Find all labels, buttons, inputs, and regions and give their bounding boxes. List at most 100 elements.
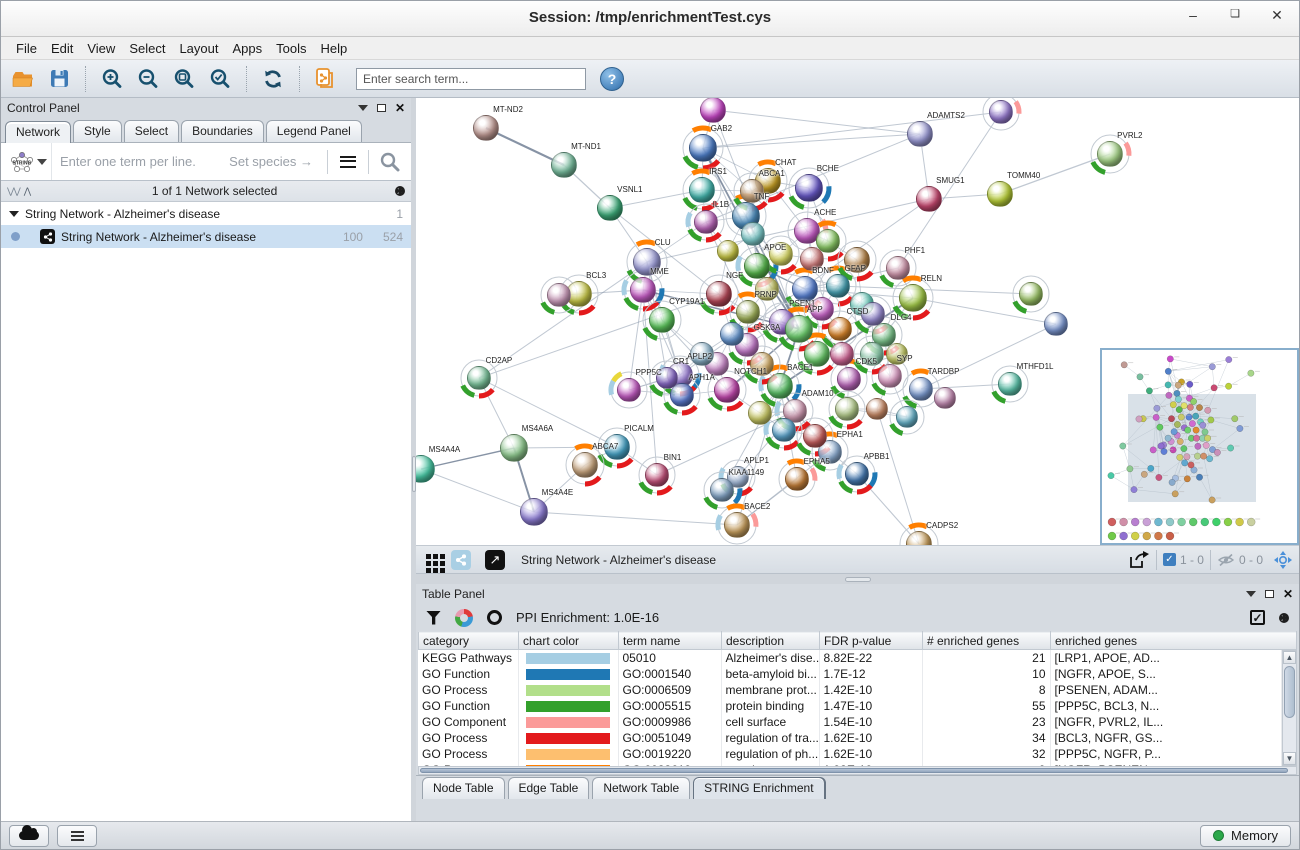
zoom-selected-button[interactable] (204, 64, 236, 94)
search-input[interactable] (356, 68, 586, 90)
menu-select[interactable]: Select (122, 39, 172, 58)
network-node[interactable] (720, 322, 744, 346)
network-node-vsnl1[interactable] (597, 195, 623, 221)
network-node-cyp19a1[interactable] (649, 307, 675, 333)
column-header[interactable]: term name (619, 632, 722, 650)
minimize-button[interactable]: – (1185, 7, 1201, 24)
network-node-syp[interactable] (878, 364, 902, 388)
menu-file[interactable]: File (9, 39, 44, 58)
column-header[interactable]: chart color (519, 632, 619, 650)
expand-all-icon[interactable]: ⋁⋁ (7, 186, 20, 197)
column-header[interactable]: description (722, 632, 820, 650)
splitter-grip[interactable] (845, 577, 871, 582)
table-row[interactable]: GO ProcessGO:0051049regulation of tra...… (418, 730, 1282, 746)
table-row[interactable]: GO ProcessGO:0006509membrane prot...1.42… (418, 682, 1282, 698)
network-node-gab2[interactable] (689, 134, 717, 162)
network-node-tomm40[interactable] (987, 181, 1013, 207)
float-panel-icon[interactable] (1265, 590, 1274, 598)
network-node-ctsd[interactable] (828, 317, 852, 341)
string-database-selector[interactable]: STRING (5, 143, 52, 180)
network-node-irs1[interactable] (689, 177, 715, 203)
splitter-grip[interactable] (412, 456, 416, 492)
clone-network-button[interactable] (310, 64, 342, 94)
network-node[interactable] (866, 398, 888, 420)
network-node[interactable] (934, 387, 956, 409)
tab-string-enrichment[interactable]: STRING Enrichment (693, 777, 824, 799)
network-node-mt-nd2[interactable] (473, 115, 499, 141)
network-node-bace1[interactable] (767, 373, 793, 399)
scroll-thumb[interactable] (420, 768, 1288, 773)
network-node[interactable] (816, 229, 840, 253)
scroll-thumb[interactable] (1284, 666, 1295, 718)
network-node[interactable] (803, 424, 827, 448)
network-node-gfap[interactable] (826, 274, 850, 298)
set-species-hint[interactable]: Set species → (229, 154, 323, 169)
string-term-input[interactable] (52, 154, 229, 169)
help-button[interactable]: ? (600, 67, 624, 91)
network-node-pvrl2[interactable] (1097, 141, 1123, 167)
network-node-tardbp[interactable] (909, 377, 933, 401)
network-node[interactable] (835, 397, 859, 421)
tab-legend-panel[interactable]: Legend Panel (266, 120, 362, 142)
float-panel-icon[interactable] (377, 104, 386, 112)
menu-view[interactable]: View (80, 39, 122, 58)
close-panel-icon[interactable]: ✕ (1283, 589, 1293, 599)
network-node-il1b[interactable] (694, 210, 718, 234)
close-panel-icon[interactable]: ✕ (395, 103, 405, 113)
network-node[interactable] (748, 401, 772, 425)
network-node-ngf[interactable] (706, 281, 732, 307)
navigate-compass-icon[interactable] (1273, 550, 1293, 570)
menu-edit[interactable]: Edit (44, 39, 80, 58)
table-horizontal-scrollbar[interactable] (418, 766, 1297, 775)
network-node[interactable] (1044, 312, 1068, 336)
table-row[interactable]: GO FunctionGO:0005515protein binding1.47… (418, 698, 1282, 714)
column-header[interactable]: FDR p-value (820, 632, 923, 650)
network-node-mme[interactable] (630, 277, 656, 303)
network-node-mt-nd1[interactable] (551, 152, 577, 178)
menu-tools[interactable]: Tools (269, 39, 313, 58)
network-node-ms4a4e[interactable] (520, 498, 548, 526)
table-vertical-scrollbar[interactable]: ▲ ▼ (1282, 650, 1297, 766)
column-header[interactable]: # enriched genes (923, 632, 1051, 650)
string-search-icon[interactable] (379, 151, 401, 173)
grid-view-icon[interactable] (426, 554, 431, 559)
network-node[interactable] (772, 418, 796, 442)
network-canvas[interactable]: MT-ND2MT-ND1VSNL1GAB2IRS1IL1BTNFCHATABCA… (416, 98, 1299, 546)
menu-apps[interactable]: Apps (226, 39, 270, 58)
network-node-cd2ap[interactable] (467, 366, 491, 390)
network-node-cdk5[interactable] (837, 367, 861, 391)
network-node-epha5[interactable] (785, 467, 809, 491)
panel-menu-icon[interactable] (1246, 591, 1256, 597)
table-row[interactable]: GO ProcessGO:0019220regulation of ph...1… (418, 746, 1282, 762)
network-node[interactable] (700, 98, 726, 123)
network-node-reln[interactable] (899, 284, 927, 312)
tab-edge-table[interactable]: Edge Table (508, 777, 590, 799)
close-button[interactable]: ✕ (1269, 7, 1285, 24)
column-header[interactable]: enriched genes (1051, 632, 1297, 650)
chart-icon[interactable] (455, 609, 473, 627)
table-row[interactable]: GO ComponentGO:0009986cell surface1.54E-… (418, 714, 1282, 730)
string-style-button[interactable] (451, 550, 471, 570)
network-node[interactable] (547, 283, 571, 307)
select-rows-icon[interactable]: ✓ (1250, 610, 1265, 625)
table-row[interactable]: KEGG Pathways05010Alzheimer's dise...8.8… (418, 650, 1282, 666)
menu-layout[interactable]: Layout (172, 39, 225, 58)
enrichment-settings-gear-icon[interactable] (1279, 613, 1289, 623)
collection-expand-icon[interactable] (9, 211, 19, 217)
network-node[interactable] (896, 406, 918, 428)
network-row-selected[interactable]: String Network - Alzheimer's disease 100… (1, 225, 411, 248)
tab-network[interactable]: Network (5, 121, 71, 143)
open-session-button[interactable] (7, 64, 39, 94)
network-node[interactable] (741, 222, 765, 246)
panel-menu-icon[interactable] (358, 105, 368, 111)
network-node-ppp5c[interactable] (617, 378, 641, 402)
ring-chart-icon[interactable] (487, 610, 502, 625)
network-node[interactable] (989, 100, 1013, 124)
cloud-tasks-button[interactable] (9, 825, 49, 847)
maximize-button[interactable]: ❏ (1227, 7, 1243, 24)
network-node[interactable] (1019, 282, 1043, 306)
network-options-gear-icon[interactable] (395, 186, 405, 196)
scroll-up-arrow[interactable]: ▲ (1283, 651, 1296, 664)
zoom-out-button[interactable] (132, 64, 164, 94)
tab-boundaries[interactable]: Boundaries (181, 120, 264, 142)
